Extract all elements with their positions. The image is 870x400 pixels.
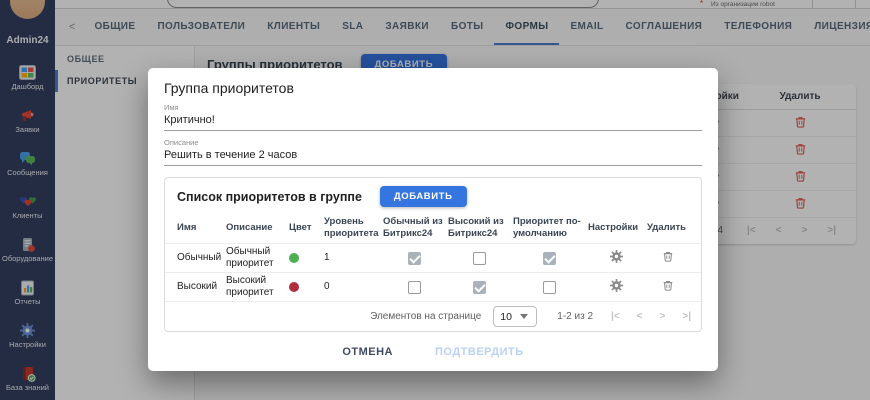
col-desc: Описание: [226, 222, 286, 234]
color-dot: [289, 282, 299, 292]
col-settings: Настройки: [588, 222, 644, 234]
priority-name: Обычный: [177, 252, 223, 264]
priority-row-normal: Обычный Обычный приоритет 1: [165, 243, 701, 272]
normal-from-bitrix-checkbox[interactable]: [408, 252, 421, 265]
priority-name: Высокий: [177, 281, 223, 293]
page-size-value: 10: [500, 311, 512, 323]
priority-list-card: Список приоритетов в группе ДОБАВИТЬ Имя…: [164, 177, 702, 332]
description-field-value[interactable]: Решить в течение 2 часов: [164, 149, 702, 161]
priority-row-high: Высокий Высокий приоритет 0: [165, 272, 701, 301]
first-page-icon[interactable]: |<: [611, 311, 620, 322]
priority-table-header: Имя Описание Цвет Уровень приоритета Обы…: [165, 213, 701, 243]
delete-trash-icon[interactable]: [662, 250, 674, 266]
priority-list-pagination: Элементов на странице 10 1-2 из 2 |< < >…: [165, 301, 701, 331]
col-color: Цвет: [289, 222, 321, 234]
settings-gear-icon[interactable]: [610, 250, 623, 267]
last-page-icon[interactable]: >|: [682, 311, 691, 322]
dialog-title: Группа приоритетов: [164, 80, 702, 96]
normal-from-bitrix-checkbox[interactable]: [408, 281, 421, 294]
name-field-value[interactable]: Критично!: [164, 114, 702, 126]
name-field-label: Имя: [164, 103, 702, 112]
color-dot: [289, 253, 299, 263]
page-size-select[interactable]: 10: [493, 306, 537, 327]
add-priority-button[interactable]: ДОБАВИТЬ: [380, 186, 467, 207]
next-page-icon[interactable]: >: [660, 311, 666, 322]
col-default: Приоритет по-умолчанию: [513, 216, 585, 240]
items-per-page-label: Элементов на странице: [370, 311, 481, 322]
priority-list-title: Список приоритетов в группе: [177, 190, 362, 204]
priority-level: 1: [324, 252, 380, 264]
pagination-range: 1-2 из 2: [557, 311, 593, 322]
settings-gear-icon[interactable]: [610, 279, 623, 296]
high-from-bitrix-checkbox[interactable]: [473, 281, 486, 294]
prev-page-icon[interactable]: <: [637, 311, 643, 322]
confirm-button[interactable]: ПОДТВЕРДИТЬ: [429, 345, 530, 359]
col-level: Уровень приоритета: [324, 216, 380, 240]
col-name: Имя: [177, 222, 223, 234]
col-high: Высокий из Битрикс24: [448, 216, 510, 240]
col-normal: Обычный из Битрикс24: [383, 216, 445, 240]
default-priority-checkbox[interactable]: [543, 252, 556, 265]
priority-description: Обычный приоритет: [226, 246, 286, 270]
priority-level: 0: [324, 281, 380, 293]
high-from-bitrix-checkbox[interactable]: [473, 252, 486, 265]
app-window: Admin24 Дашборд Заявки Сообщения Клиенты: [0, 0, 870, 400]
description-field[interactable]: Описание Решить в течение 2 часов: [164, 138, 702, 166]
priority-group-dialog: Группа приоритетов Имя Критично! Описани…: [148, 68, 718, 371]
chevron-down-icon: [520, 314, 528, 319]
default-priority-checkbox[interactable]: [543, 281, 556, 294]
description-field-label: Описание: [164, 138, 702, 147]
cancel-button[interactable]: ОТМЕНА: [336, 345, 399, 359]
delete-trash-icon[interactable]: [662, 279, 674, 295]
name-field[interactable]: Имя Критично!: [164, 103, 702, 131]
col-delete: Удалить: [647, 222, 689, 234]
priority-description: Высокий приоритет: [226, 275, 286, 299]
